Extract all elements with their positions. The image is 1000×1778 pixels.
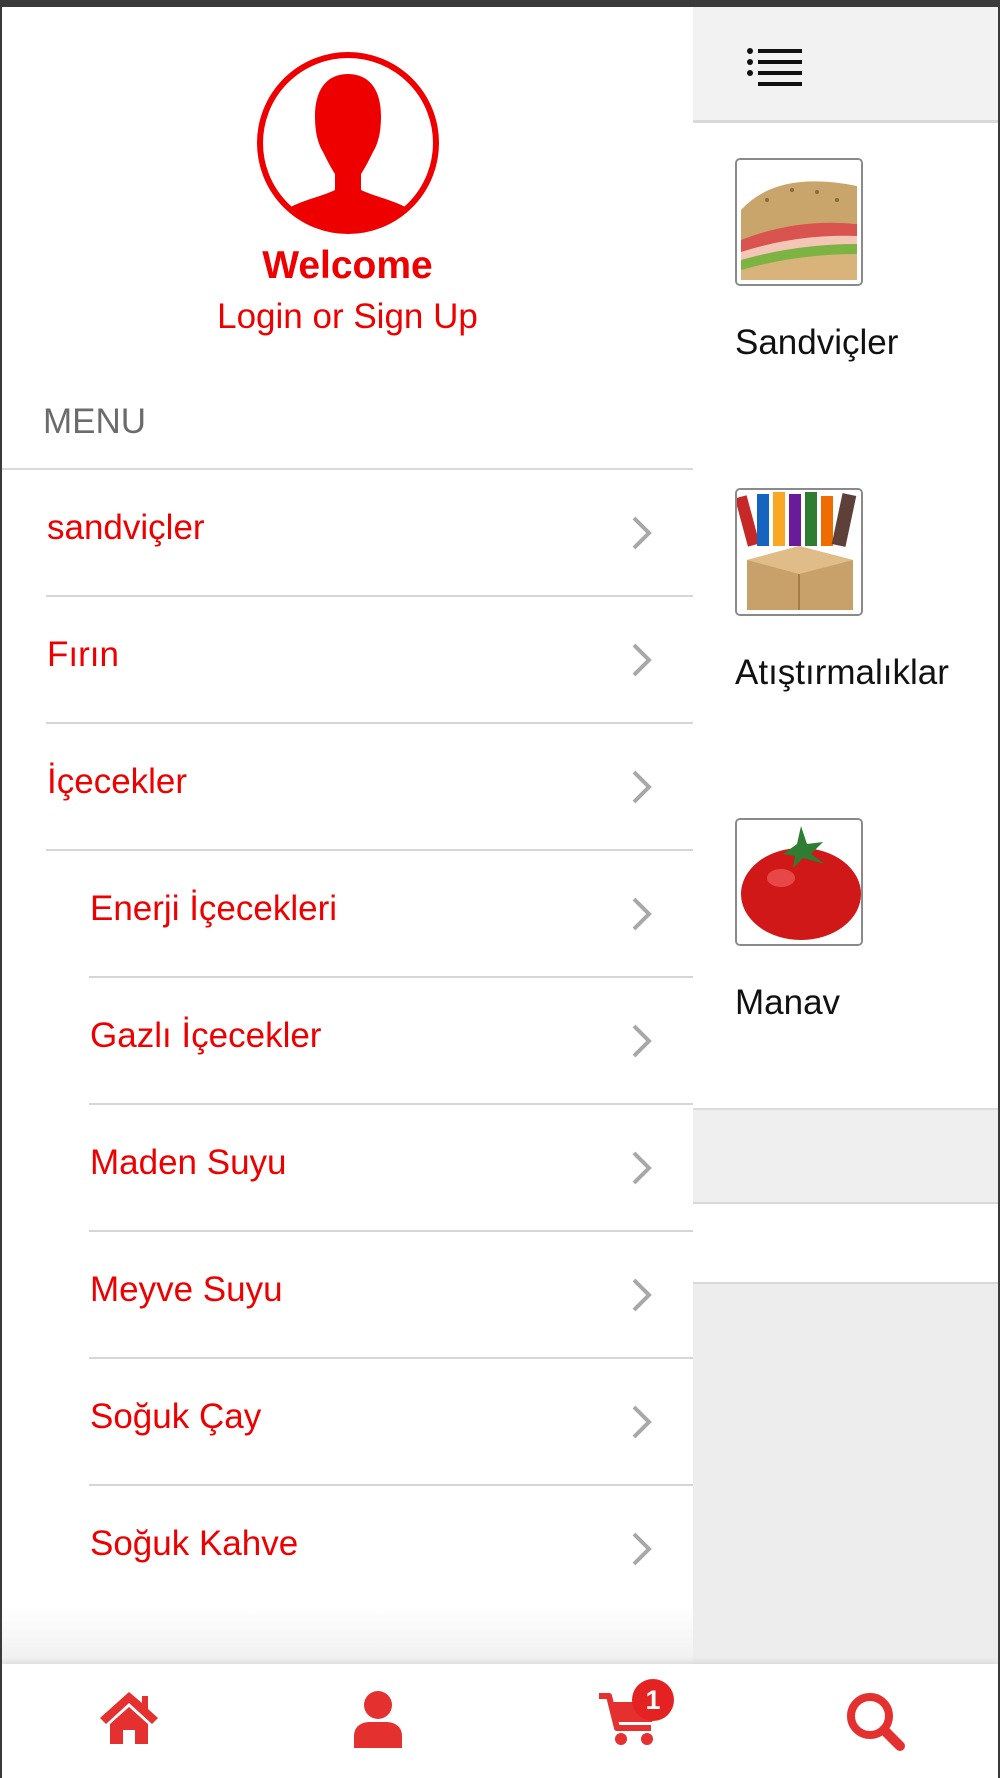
menu-item-label: Enerji İçecekleri (90, 889, 338, 928)
menu-heading: MENU (43, 402, 147, 441)
menu-subitem-soguk-kahve[interactable]: Soğuk Kahve (89, 1486, 693, 1613)
app-frame: Sandviçler Atıştırmalıklar Manav Welcome… (2, 7, 998, 1778)
content-footer-row (693, 1204, 998, 1284)
search-icon (847, 1693, 905, 1751)
chevron-right-icon (632, 516, 652, 550)
menu-item-label: Soğuk Kahve (90, 1524, 299, 1563)
menu-item-label: İçecekler (47, 762, 188, 801)
snacks-image (735, 488, 863, 616)
home-icon (100, 1692, 158, 1744)
top-bar (693, 7, 998, 123)
user-avatar-icon[interactable] (255, 50, 441, 236)
user-icon (354, 1691, 402, 1748)
chevron-right-icon (632, 1405, 652, 1439)
tab-home[interactable] (68, 1664, 188, 1778)
login-signup-link[interactable]: Login or Sign Up (2, 297, 693, 337)
chevron-right-icon (632, 1532, 652, 1566)
category-grid: Sandviçler Atıştırmalıklar Manav (693, 123, 998, 1110)
tab-search[interactable] (814, 1664, 934, 1778)
drawer-bottom-fade (2, 1607, 693, 1664)
side-drawer: Welcome Login or Sign Up MENU sandviçler… (2, 7, 693, 1664)
category-name: Atıştırmalıklar (735, 653, 949, 692)
tomato-image (735, 818, 863, 946)
menu-subitem-meyve-suyu[interactable]: Meyve Suyu (89, 1232, 693, 1359)
menu-item-firin[interactable]: Fırın (46, 597, 693, 724)
tab-account[interactable] (320, 1664, 440, 1778)
main-content: Sandviçler Atıştırmalıklar Manav (693, 7, 998, 1778)
category-name: Sandviçler (735, 323, 899, 362)
welcome-title: Welcome (262, 244, 433, 287)
chevron-right-icon (632, 1151, 652, 1185)
category-card-produce[interactable]: Manav (693, 783, 998, 1103)
category-name: Manav (735, 983, 841, 1022)
tab-cart[interactable] (567, 1664, 687, 1778)
sandwich-image (735, 158, 863, 286)
menu-item-label: Fırın (47, 635, 119, 674)
content-spacer (693, 1110, 998, 1204)
menu-item-label: Meyve Suyu (90, 1270, 283, 1309)
menu-item-label: Maden Suyu (90, 1143, 287, 1182)
menu-item-label: Gazlı İçecekler (90, 1016, 322, 1055)
hamburger-icon[interactable] (746, 47, 802, 87)
menu-subitem-soguk-cay[interactable]: Soğuk Çay (89, 1359, 693, 1486)
chevron-right-icon (632, 897, 652, 931)
category-card-snacks[interactable]: Atıştırmalıklar (693, 453, 998, 773)
menu-item-label: sandviçler (47, 508, 205, 547)
menu-subitem-enerji-icecekleri[interactable]: Enerji İçecekleri (89, 851, 693, 978)
menu-subitem-maden-suyu[interactable]: Maden Suyu (89, 1105, 693, 1232)
chevron-right-icon (632, 770, 652, 804)
menu-item-label: Soğuk Çay (90, 1397, 262, 1436)
category-card-sandwiches[interactable]: Sandviçler (693, 123, 998, 443)
menu-item-sandvicler[interactable]: sandviçler (46, 470, 693, 597)
chevron-right-icon (632, 1024, 652, 1058)
cart-badge: 1 (632, 1679, 674, 1721)
bottom-tab-bar: 1 (2, 1664, 998, 1778)
chevron-right-icon (632, 643, 652, 677)
menu-item-icecekler[interactable]: İçecekler (46, 724, 693, 851)
chevron-right-icon (632, 1278, 652, 1312)
menu-subitem-gazli-icecekler[interactable]: Gazlı İçecekler (89, 978, 693, 1105)
